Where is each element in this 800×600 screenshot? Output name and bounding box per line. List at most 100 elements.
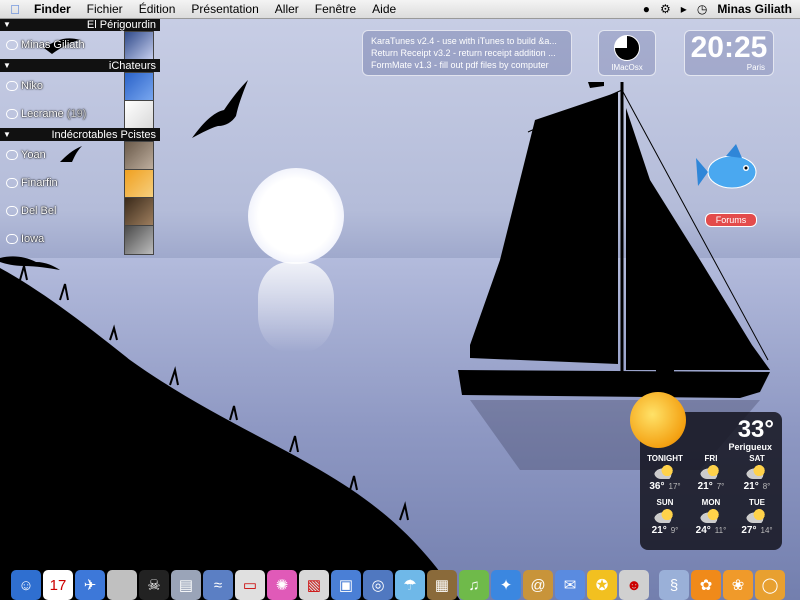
buddy-group-name: iChateurs — [108, 59, 156, 72]
buddy-name: Finarfin — [21, 177, 58, 189]
chat-bubble-icon — [6, 40, 18, 50]
forecast-low: 11° — [714, 526, 727, 535]
forecast-high: 27° — [741, 525, 757, 536]
forecast-high: 36° — [649, 481, 665, 492]
clock-time: 20:25 — [690, 31, 768, 64]
buddy-iowa[interactable]: Iowa — [0, 225, 160, 255]
menu-presentation[interactable]: Présentation — [191, 2, 258, 16]
ticker-line[interactable]: Return Receipt v3.2 - return receipt add… — [371, 47, 563, 59]
toaster-icon[interactable]: ▭ — [235, 570, 265, 600]
sun-weather-icon — [630, 392, 686, 448]
lock-icon[interactable]: ● — [643, 2, 650, 16]
menu-app-finder[interactable]: Finder — [34, 2, 71, 16]
buddy-name: Yoan — [21, 149, 46, 161]
buddy-yoan[interactable]: Yoan — [0, 141, 160, 171]
forecast-low: 17° — [668, 482, 681, 491]
forecast-low: 9° — [670, 526, 679, 535]
partly-cloudy-icon — [700, 509, 722, 523]
forecast-label: SUN — [656, 498, 674, 507]
buddy-lecrame[interactable]: Lecrame (19) — [0, 100, 160, 130]
buddy-group-indecrotables-pcistes[interactable]: ▼ Indécrotables Pcistes — [0, 128, 160, 141]
menu-aller[interactable]: Aller — [275, 2, 299, 16]
calendar-icon[interactable]: 17 — [43, 570, 73, 600]
fishbowl-icon[interactable]: ◯ — [755, 570, 785, 600]
finder-icon[interactable]: ☺ — [11, 570, 41, 600]
menu-aide[interactable]: Aide — [372, 2, 396, 16]
ticker-line[interactable]: KaraTunes v2.4 - use with iTunes to buil… — [371, 35, 563, 47]
disclosure-triangle-icon[interactable]: ▼ — [0, 130, 14, 139]
user-name[interactable]: Minas Giliath — [717, 2, 792, 16]
fish-icon[interactable] — [696, 142, 762, 198]
scanner-icon[interactable]: ▤ — [171, 570, 201, 600]
buddy-group-el-perigourdin[interactable]: ▼ El Périgourdin — [0, 18, 160, 31]
chat-bubble-icon — [6, 206, 18, 216]
weather-widget[interactable]: 33° Perigueux TONIGHT 36° 17° FRI 21° 7° S… — [630, 392, 782, 550]
goldfish-icon[interactable]: ✿ — [691, 570, 721, 600]
imacosx-widget[interactable]: IMacOsx — [598, 30, 656, 76]
disclosure-triangle-icon[interactable]: ▼ — [0, 20, 14, 29]
forums-button[interactable]: Forums — [705, 213, 757, 227]
menu-bar:  Finder Fichier Édition Présentation Al… — [0, 0, 800, 19]
avatar — [124, 197, 154, 227]
jellyfish-icon[interactable]: ☂ — [395, 570, 425, 600]
forecast-day: MON 24° 11° — [688, 498, 734, 542]
gear-icon[interactable]: ⚙ — [660, 2, 671, 16]
buddy-minas-giliath[interactable]: Minas Giliath — [0, 31, 160, 61]
apple-icon[interactable]:  — [6, 2, 24, 17]
menu-fichier[interactable]: Fichier — [87, 2, 123, 16]
speaker-icon[interactable]: ▸ — [681, 2, 687, 16]
aim-icon[interactable]: ✪ — [587, 570, 617, 600]
forecast-high: 21° — [743, 481, 759, 492]
system-icon[interactable] — [107, 570, 137, 600]
forecast-day: TUE 27° 14° — [734, 498, 780, 542]
buddy-del-bel[interactable]: Del Bel — [0, 197, 160, 227]
forecast-day: SUN 21° 9° — [642, 498, 688, 542]
address-book-icon[interactable]: @ — [523, 570, 553, 600]
menu-fenetre[interactable]: Fenêtre — [315, 2, 356, 16]
clock-widget[interactable]: 20:25 Paris — [684, 30, 774, 76]
forecast-low: 8° — [762, 482, 771, 491]
mail-bird-icon[interactable]: ✈ — [75, 570, 105, 600]
avatar — [124, 225, 154, 255]
partly-cloudy-icon — [654, 465, 676, 479]
buddy-finarfin[interactable]: Finarfin — [0, 169, 160, 199]
forecast-day: SAT 21° 8° — [734, 454, 780, 498]
forecast-label: MON — [701, 498, 721, 507]
forecast-label: SAT — [749, 454, 765, 463]
seahorse-icon[interactable]: § — [659, 570, 689, 600]
orange-fish-icon[interactable]: ❀ — [723, 570, 753, 600]
version-tracker-widget[interactable]: KaraTunes v2.4 - use with iTunes to buil… — [362, 30, 572, 76]
buddy-group-name: Indécrotables Pcistes — [51, 128, 156, 141]
ticker-line[interactable]: FormMate v1.3 - fill out pdf files by co… — [371, 59, 563, 71]
buddy-group-ichateurs[interactable]: ▼ iChateurs — [0, 59, 160, 72]
disclosure-triangle-icon[interactable]: ▼ — [0, 61, 14, 70]
partly-cloudy-icon — [700, 465, 722, 479]
buddy-niko[interactable]: Niko — [0, 72, 160, 102]
menu-edition[interactable]: Édition — [139, 2, 176, 16]
people-icon[interactable]: ☻ — [619, 570, 649, 600]
documents-icon[interactable]: ▧ — [299, 570, 329, 600]
partly-cloudy-icon — [654, 509, 676, 523]
forecast-low: 14° — [760, 526, 773, 535]
iphoto-icon[interactable]: ▦ — [427, 570, 457, 600]
avatar — [124, 31, 154, 61]
preview-icon[interactable]: ▣ — [331, 570, 361, 600]
itunes-icon[interactable]: ♫ — [459, 570, 489, 600]
pirate-icon[interactable]: ☠ — [139, 570, 169, 600]
forecast-label: FRI — [704, 454, 718, 463]
weather-city: Perigueux — [728, 442, 772, 452]
ichat-icon[interactable]: ✉ — [555, 570, 585, 600]
safari-icon[interactable]: ✦ — [491, 570, 521, 600]
imacosx-logo-icon — [614, 35, 640, 61]
dolphin-icon[interactable]: ≈ — [203, 570, 233, 600]
ichat-buddy-list: ▼ El Périgourdin Minas Giliath ▼ iChateu… — [0, 18, 160, 255]
buddy-name: Lecrame — [21, 108, 64, 120]
forecast-low: 7° — [716, 482, 725, 491]
buddy-group-name: El Périgourdin — [86, 18, 156, 31]
photos-icon[interactable]: ◎ — [363, 570, 393, 600]
chat-bubble-icon — [6, 109, 18, 119]
avatar — [124, 100, 154, 130]
octopus-icon[interactable]: ✺ — [267, 570, 297, 600]
clock-status-icon[interactable]: ◷ — [697, 2, 707, 16]
buddy-name: Niko — [21, 80, 44, 92]
